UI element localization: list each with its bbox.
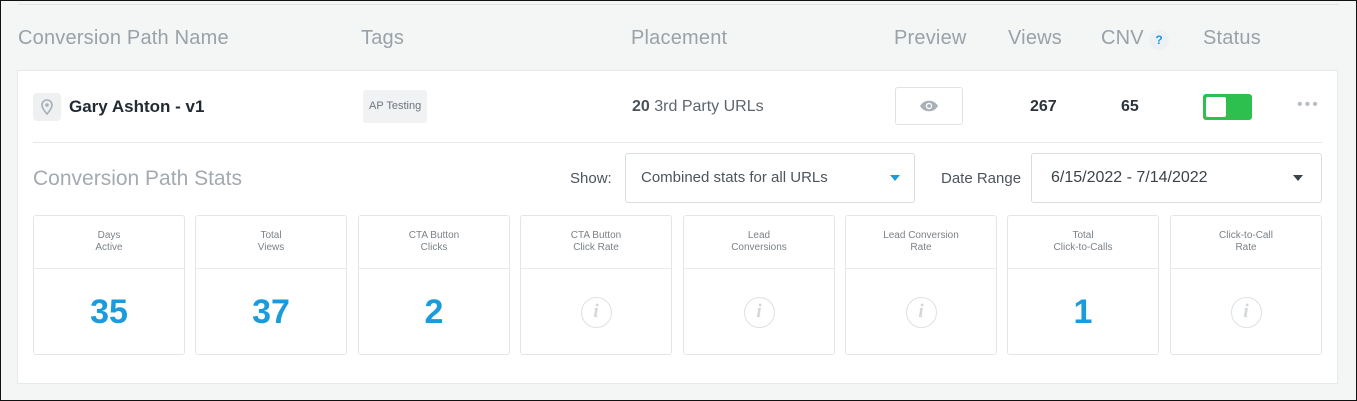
info-icon[interactable]: i — [1230, 296, 1262, 328]
stat-label: CTA Button Clicks — [359, 216, 509, 269]
info-icon[interactable]: i — [580, 296, 612, 328]
stat-label: CTA Button Click Rate — [521, 216, 671, 269]
stat-label: Total Views — [196, 216, 346, 269]
stat-tile-total-views: Total Views 37 — [195, 215, 347, 355]
views-count: 267 — [1030, 98, 1057, 115]
chevron-down-icon — [1293, 175, 1303, 181]
show-select[interactable]: Combined stats for all URLs — [625, 153, 915, 203]
stat-tile-click-to-call-rate: Click-to-Call Rate i — [1170, 215, 1322, 355]
stat-value: 1 — [1073, 292, 1093, 331]
stat-tile-cta-clicks: CTA Button Clicks 2 — [358, 215, 510, 355]
stat-value: 37 — [252, 292, 290, 331]
conversion-path-card: Gary Ashton - v1 AP Testing 20 3rd Party… — [17, 70, 1338, 384]
toggle-knob — [1206, 97, 1226, 117]
stat-tile-lead-conversions: Lead Conversions i — [683, 215, 835, 355]
date-range-value: 6/15/2022 - 7/14/2022 — [1051, 169, 1208, 186]
stat-label: Lead Conversion Rate — [846, 216, 996, 269]
placement-text: 3rd Party URLs — [649, 98, 764, 115]
show-label: Show: — [570, 170, 612, 187]
placement-summary[interactable]: 20 3rd Party URLs — [632, 98, 764, 116]
column-header-tags[interactable]: Tags — [361, 27, 404, 50]
eye-icon — [920, 100, 938, 112]
stat-label: Days Active — [34, 216, 184, 269]
top-divider — [18, 4, 1339, 5]
preview-button[interactable] — [895, 87, 963, 125]
cnv-count: 65 — [1121, 98, 1139, 115]
stat-value: 35 — [90, 292, 128, 331]
location-pin-icon — [33, 93, 61, 121]
date-range-label: Date Range — [941, 170, 1022, 187]
stat-label: Lead Conversions — [684, 216, 834, 269]
status-toggle[interactable] — [1203, 94, 1252, 120]
more-options-icon[interactable]: ••• — [1297, 96, 1320, 114]
stat-tile-lead-conversion-rate: Lead Conversion Rate i — [845, 215, 997, 355]
stat-label: Total Click-to-Calls — [1008, 216, 1158, 269]
column-header-placement[interactable]: Placement — [631, 27, 727, 50]
stat-tile-cta-click-rate: CTA Button Click Rate i — [520, 215, 672, 355]
info-icon[interactable]: i — [905, 296, 937, 328]
row-divider — [33, 142, 1322, 143]
column-header-views[interactable]: Views — [1008, 27, 1062, 50]
column-header-preview: Preview — [894, 27, 967, 49]
column-header-name[interactable]: Conversion Path Name — [18, 27, 229, 50]
info-icon[interactable]: i — [743, 296, 775, 328]
stat-label: Click-to-Call Rate — [1171, 216, 1321, 269]
column-header-cnv[interactable]: CNV — [1101, 27, 1144, 50]
chevron-down-icon — [890, 175, 900, 181]
placement-count: 20 — [632, 98, 650, 115]
show-select-value: Combined stats for all URLs — [641, 169, 828, 186]
conversion-path-title[interactable]: Gary Ashton - v1 — [69, 97, 204, 117]
column-header-status: Status — [1203, 27, 1261, 49]
cnv-help-icon[interactable]: ? — [1149, 30, 1169, 50]
stats-title: Conversion Path Stats — [33, 167, 242, 190]
tag-badge[interactable]: AP Testing — [363, 90, 428, 123]
stat-value: 2 — [424, 292, 444, 331]
date-range-select[interactable]: 6/15/2022 - 7/14/2022 — [1031, 153, 1322, 203]
stat-tile-click-to-calls: Total Click-to-Calls 1 — [1007, 215, 1159, 355]
stat-tile-days-active: Days Active 35 — [33, 215, 185, 355]
